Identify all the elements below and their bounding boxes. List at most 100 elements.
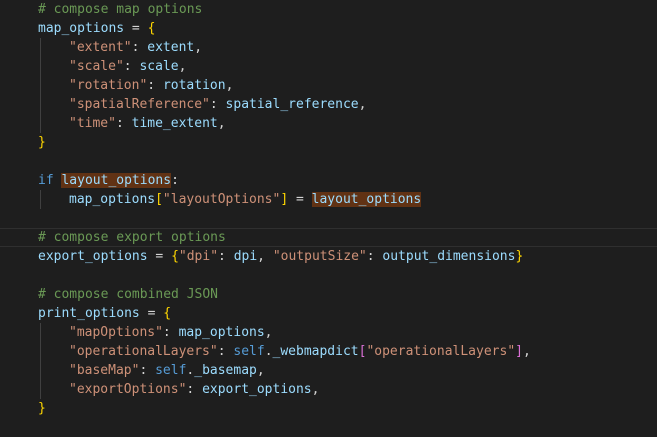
indent-guide (40, 361, 41, 380)
code-token: spatial_reference (225, 97, 359, 112)
code-token: = (147, 249, 172, 264)
code-line[interactable]: "scale": scale, (0, 57, 657, 76)
code-line[interactable]: "rotation": rotation, (0, 76, 657, 95)
code-token: output_dimensions (382, 249, 516, 264)
code-line[interactable]: "baseMap": self._basemap, (0, 361, 657, 380)
code-token: ] (515, 344, 523, 359)
code-token: extent (147, 40, 195, 55)
code-token: , (257, 249, 273, 264)
code-token: } (38, 401, 46, 416)
code-line[interactable]: "exportOptions": export_options, (0, 380, 657, 399)
code-token: dpi (233, 249, 258, 264)
code-token: "operationalLayers" (366, 344, 516, 359)
highlighted-token: layout_options (61, 173, 172, 188)
code-token: ] (280, 192, 289, 207)
code-token: , (264, 325, 273, 340)
code-editor[interactable]: # compose map options map_options = {"ext… (0, 0, 657, 437)
code-line[interactable]: } (0, 399, 657, 418)
code-text: map_options["layoutOptions"] = layout_op… (69, 190, 422, 209)
code-token: : (115, 116, 132, 131)
code-token: . (264, 344, 273, 359)
code-token: { (163, 306, 172, 321)
code-token: , (178, 59, 187, 74)
code-token: map_options (38, 21, 125, 36)
code-token: map_options (69, 192, 156, 207)
indent-guide (40, 76, 41, 95)
code-token: "operationalLayers" (69, 344, 218, 359)
code-line[interactable]: export_options = {"dpi": dpi, "outputSiz… (0, 247, 657, 266)
code-text: "spatialReference": spatial_reference, (69, 95, 366, 114)
code-token: : (209, 97, 226, 112)
code-token: , (256, 363, 265, 378)
code-line[interactable] (0, 209, 657, 228)
code-line[interactable]: map_options = { (0, 19, 657, 38)
code-token: scale (139, 59, 179, 74)
code-token: _webmapdict (272, 344, 359, 359)
indent-guide (40, 342, 41, 361)
indent-guide (40, 380, 41, 399)
code-line[interactable]: } (0, 133, 657, 152)
indent-guide (40, 323, 41, 342)
code-token: , (358, 97, 367, 112)
code-token: self (233, 344, 265, 359)
code-token: export_options (202, 382, 312, 397)
code-token: # compose combined JSON (38, 287, 219, 302)
indent-guide (40, 190, 41, 209)
code-line[interactable]: "operationalLayers": self._webmapdict["o… (0, 342, 657, 361)
code-token: # compose map options (38, 2, 203, 17)
code-text: map_options = { (38, 19, 155, 38)
code-token: { (171, 249, 179, 264)
code-token: "baseMap" (69, 363, 140, 378)
code-token: "extent" (69, 40, 132, 55)
code-token: { (147, 21, 156, 36)
code-token: : (131, 40, 148, 55)
code-token: "exportOptions" (69, 382, 187, 397)
code-token: # compose export options (38, 230, 226, 245)
code-line[interactable]: # compose export options (0, 228, 657, 247)
code-token: time_extent (131, 116, 218, 131)
code-token: "mapOptions" (69, 325, 163, 340)
indent-guide (40, 38, 41, 57)
code-token: rotation (162, 78, 226, 93)
code-text: # compose map options (38, 0, 202, 19)
code-line[interactable]: # compose combined JSON (0, 285, 657, 304)
code-token: "spatialReference" (69, 97, 210, 112)
code-text: # compose export options (38, 229, 226, 246)
code-token: : (147, 78, 163, 93)
code-line[interactable] (0, 152, 657, 171)
code-token: : (218, 249, 234, 264)
code-token: "time" (69, 116, 116, 131)
code-line[interactable]: map_options["layoutOptions"] = layout_op… (0, 190, 657, 209)
code-token: = (288, 192, 312, 207)
code-token: , (194, 40, 203, 55)
code-line[interactable]: "time": time_extent, (0, 114, 657, 133)
code-line[interactable]: if layout_options: (0, 171, 657, 190)
code-line[interactable]: "extent": extent, (0, 38, 657, 57)
code-line[interactable]: "spatialReference": spatial_reference, (0, 95, 657, 114)
code-token: , (311, 382, 320, 397)
code-text: "mapOptions": map_options, (69, 323, 273, 342)
code-text: if layout_options: (38, 171, 179, 190)
code-token: export_options (38, 249, 148, 264)
code-line[interactable]: "mapOptions": map_options, (0, 323, 657, 342)
code-token: , (217, 116, 226, 131)
code-token: : (366, 249, 383, 264)
code-token: } (38, 135, 46, 150)
code-token: "outputSize" (272, 249, 367, 264)
code-token: "rotation" (69, 78, 148, 93)
code-text: "baseMap": self._basemap, (69, 361, 265, 380)
code-line[interactable] (0, 266, 657, 285)
indent-guide (40, 57, 41, 76)
code-token: : (171, 173, 179, 188)
code-text: "exportOptions": export_options, (69, 380, 319, 399)
code-token: = (124, 21, 148, 36)
code-text: "rotation": rotation, (69, 76, 233, 95)
code-token: = (139, 306, 164, 321)
code-line[interactable]: # compose map options (0, 0, 657, 19)
code-text: print_options = { (38, 304, 171, 323)
code-line[interactable]: print_options = { (0, 304, 657, 323)
code-token: } (515, 249, 524, 264)
code-token: map_options (178, 325, 265, 340)
code-text: } (38, 133, 46, 152)
code-token: , (225, 78, 234, 93)
